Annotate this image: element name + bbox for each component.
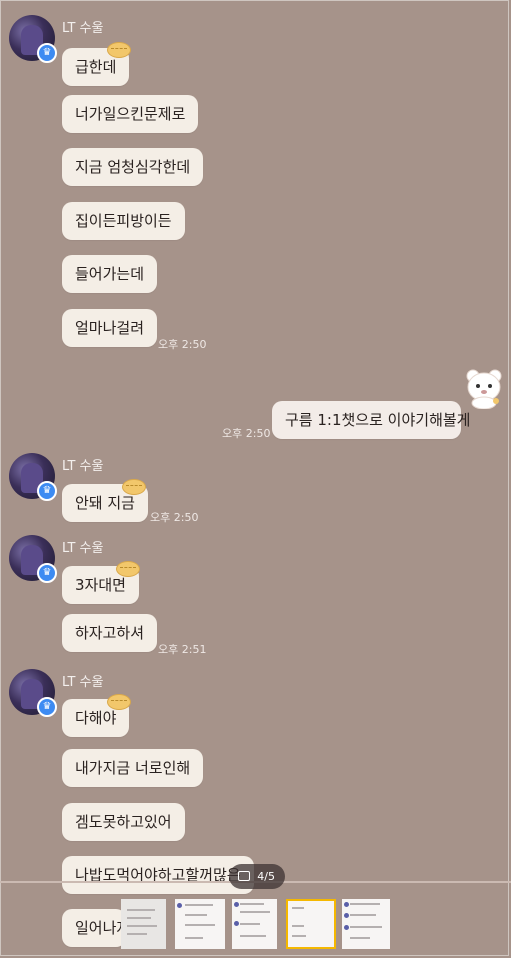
crown-icon: ♛ — [37, 43, 57, 63]
sticker-icon — [116, 561, 140, 577]
avatar[interactable]: ♛ — [9, 453, 57, 501]
my-message-bubble[interactable]: 구름 1:1챗으로 이야기해볼게 — [272, 401, 470, 439]
crown-icon: ♛ — [37, 563, 57, 583]
message-bubble[interactable]: 너가일으킨문제로 — [62, 95, 199, 133]
message-bubble[interactable]: 지금 엄청심각한데 — [62, 148, 204, 186]
avatar[interactable]: ♛ — [9, 535, 57, 583]
crown-icon: ♛ — [37, 697, 57, 717]
message-bubble[interactable]: 내가지금 너로인해 — [62, 749, 204, 787]
sticker-icon — [122, 479, 146, 495]
message-time: 오후 2:50 — [222, 427, 271, 440]
thumbnail[interactable] — [121, 899, 166, 949]
message-bubble[interactable]: 하자고하셔 — [62, 614, 158, 652]
message-time: 오후 2:50 — [158, 338, 207, 351]
image-counter: 4/5 — [229, 864, 285, 889]
thumbnail[interactable] — [342, 899, 390, 949]
image-icon — [238, 871, 250, 881]
sender-name: LT 수울 — [62, 21, 104, 36]
image-counter-text: 4/5 — [257, 870, 275, 883]
sender-name: LT 수울 — [62, 459, 104, 474]
crown-icon: ♛ — [37, 481, 57, 501]
avatar[interactable]: ♛ — [9, 669, 57, 717]
message-bubble[interactable]: 집이든피방이든 — [62, 202, 185, 240]
message-bubble[interactable]: 얼마나걸려 — [62, 309, 158, 347]
sender-name: LT 수울 — [62, 541, 104, 556]
message-bubble[interactable]: 나밥도먹어야하고할꺼많은 — [62, 856, 254, 894]
thumbnail[interactable] — [175, 899, 225, 949]
sticker-icon — [107, 694, 131, 710]
thumbnail[interactable] — [232, 899, 277, 949]
message-bubble[interactable]: 일어나자 — [62, 909, 126, 947]
message-bubble[interactable]: 들어가는데 — [62, 255, 158, 293]
sender-name: LT 수울 — [62, 675, 104, 690]
bear-sticker-icon — [466, 369, 502, 409]
message-time: 오후 2:51 — [158, 643, 207, 656]
avatar[interactable]: ♛ — [9, 15, 57, 63]
sticker-icon — [107, 42, 131, 58]
thumbnail-current[interactable] — [286, 899, 336, 949]
message-bubble[interactable]: 겜도못하고있어 — [62, 803, 185, 841]
message-time: 오후 2:50 — [150, 511, 199, 524]
